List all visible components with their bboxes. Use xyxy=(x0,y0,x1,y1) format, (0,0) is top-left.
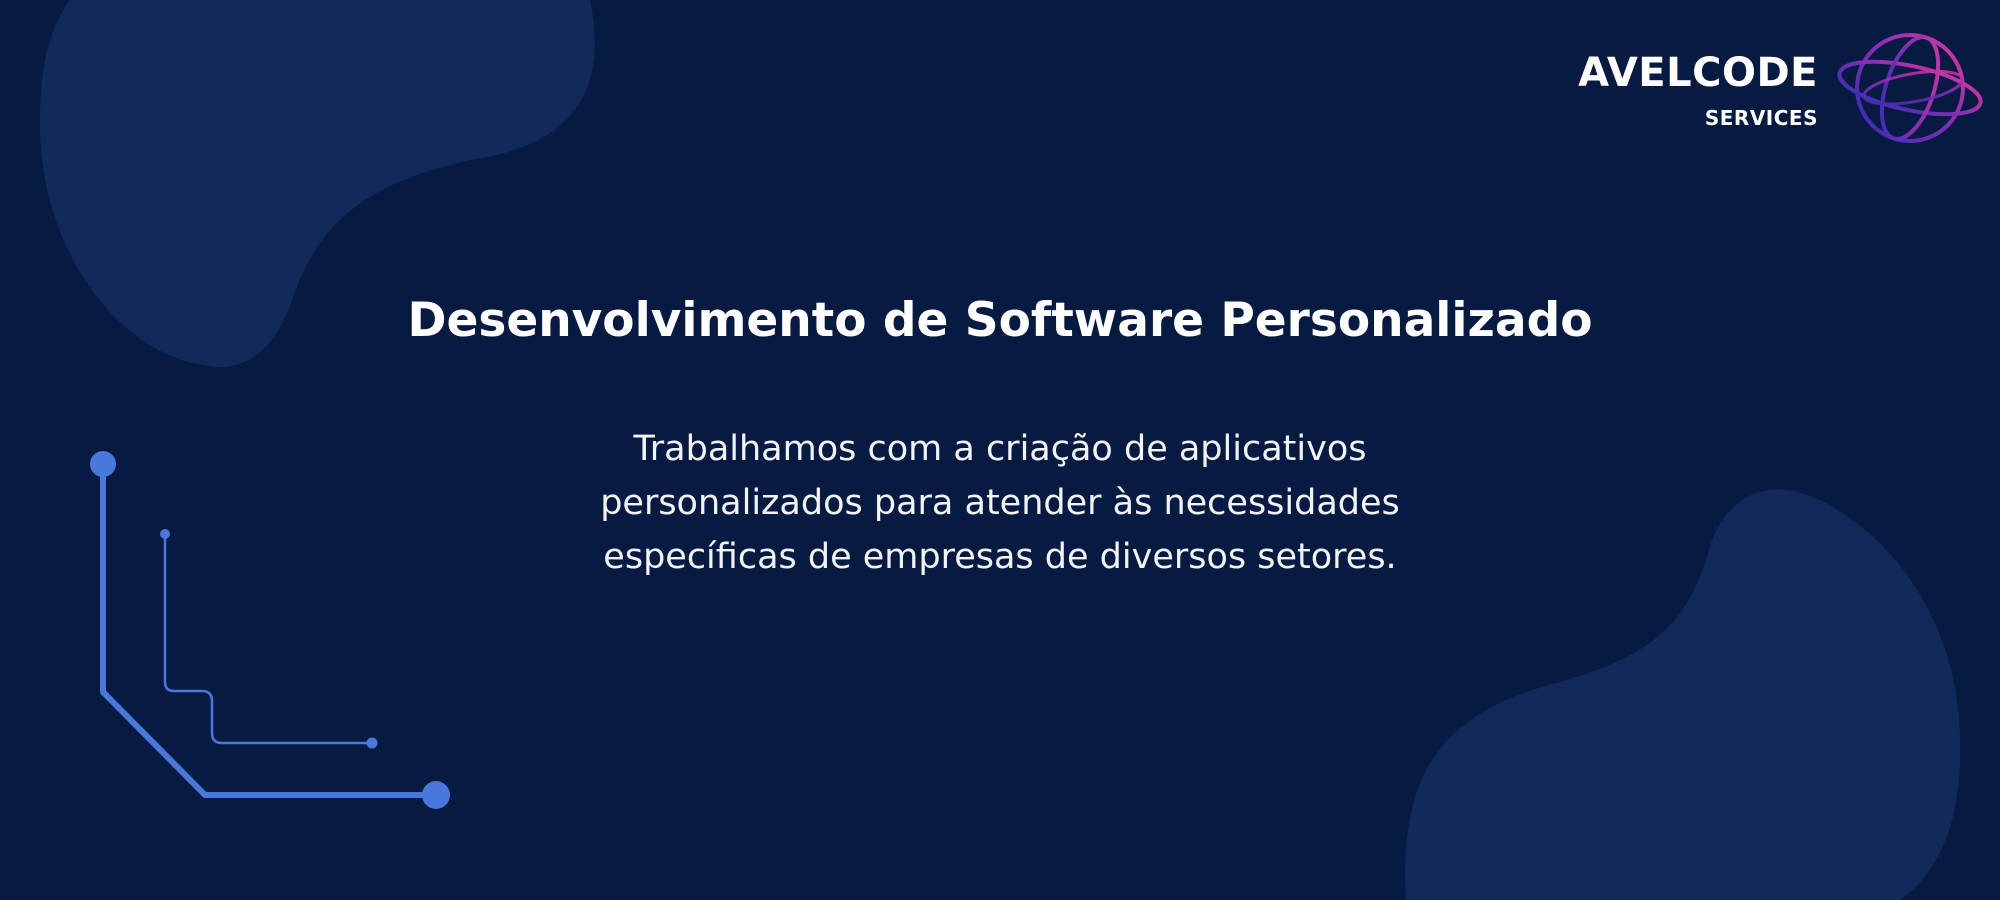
circuit-node-small-top xyxy=(160,529,170,539)
description-line: Trabalhamos com a criação de aplicativos xyxy=(633,429,1367,469)
circuit-line-icon xyxy=(90,451,450,809)
slide-canvas: AVELCODE SERVICES Desenvolvimento de Sof… xyxy=(0,0,2000,900)
globe-icon xyxy=(1837,33,1983,143)
brand-logo[interactable]: AVELCODE SERVICES xyxy=(1578,50,1818,131)
brand-subtitle: SERVICES xyxy=(1704,106,1818,130)
circuit-node-small-end xyxy=(366,737,378,749)
description-line: personalizados para atender às necessida… xyxy=(600,483,1400,523)
brand-name: AVELCODE xyxy=(1578,50,1818,96)
circuit-node-bottom xyxy=(422,781,450,809)
description-line: específicas de empresas de diversos seto… xyxy=(603,537,1397,577)
page-title: Desenvolvimento de Software Personalizad… xyxy=(407,293,1593,348)
circuit-node-top xyxy=(90,451,116,477)
hero-description: Trabalhamos com a criação de aplicativos… xyxy=(500,422,1500,584)
